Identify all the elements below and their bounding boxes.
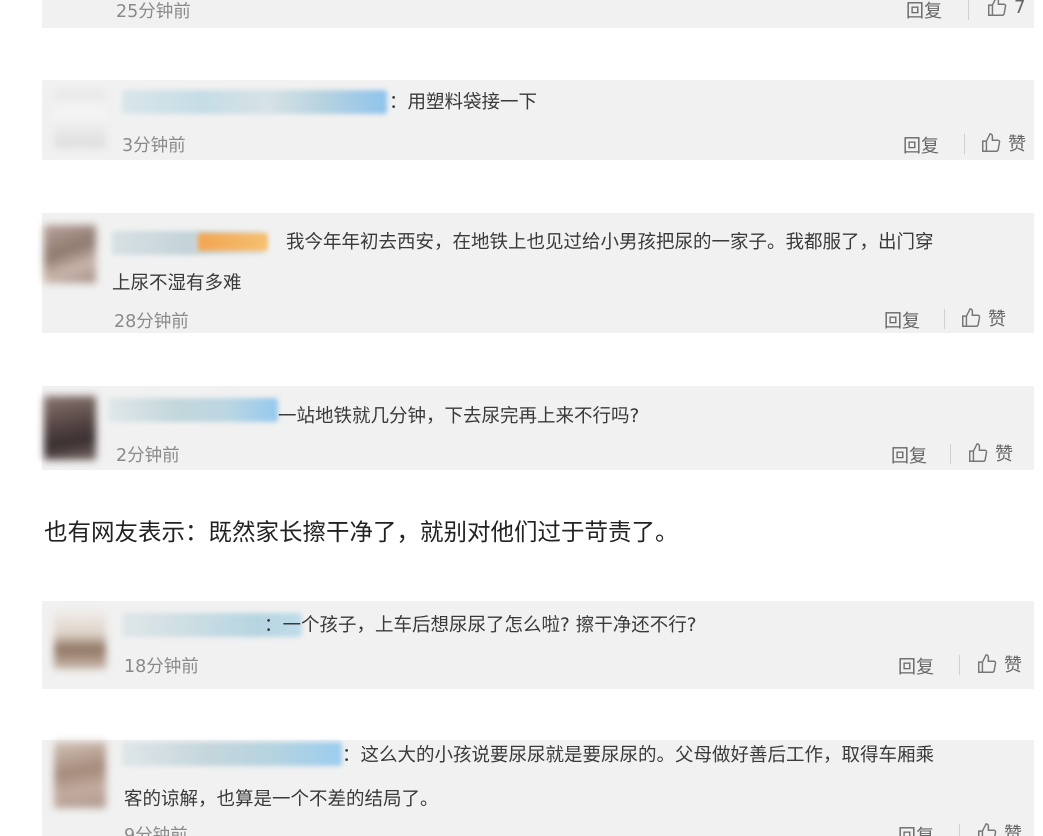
- username[interactable]: [122, 742, 342, 766]
- thumbs-up-icon: [982, 133, 1001, 152]
- comment-time: 28分钟前: [114, 312, 189, 332]
- comment-time: 3分钟前: [122, 136, 186, 156]
- comment-text-line2: 上尿不湿有多难: [112, 273, 242, 294]
- article-paragraph: 也有网友表示：既然家长擦干净了，就别对他们过于苛责了。: [44, 518, 679, 546]
- comment-card: ：一个孩子，上车后想尿尿了怎么啦? 擦干净还不行? 18分钟前 回复 赞: [42, 601, 1034, 689]
- reply-button[interactable]: 回复: [891, 442, 927, 468]
- like-label: 赞: [1004, 824, 1022, 836]
- reply-button[interactable]: 回复: [898, 653, 934, 679]
- user-avatar[interactable]: [44, 396, 96, 460]
- like-label: 赞: [988, 309, 1006, 330]
- thumbs-up-icon: [978, 654, 997, 673]
- article-page: 25分钟前 回复 7 ：用塑料袋接一下 3分钟前 回复 赞 我今年年初去西安，在…: [0, 0, 1043, 836]
- thumbs-up-icon: [962, 308, 981, 327]
- comment-card: 一站地铁就几分钟，下去尿完再上来不行吗? 2分钟前 回复 赞: [42, 386, 1034, 470]
- comment-text: 一站地铁就几分钟，下去尿完再上来不行吗?: [278, 406, 640, 427]
- action-divider: [944, 309, 945, 329]
- action-divider: [959, 824, 960, 836]
- thumbs-up-icon: [969, 443, 988, 462]
- like-label: 赞: [995, 444, 1013, 465]
- action-divider: [964, 134, 965, 154]
- thumbs-up-icon: [978, 823, 997, 836]
- like-button[interactable]: 赞: [967, 440, 1013, 466]
- user-avatar[interactable]: [54, 90, 106, 148]
- username[interactable]: [108, 398, 278, 422]
- like-label: 赞: [1008, 134, 1026, 155]
- user-avatar[interactable]: [54, 611, 106, 669]
- comment-text: 我今年年初去西安，在地铁上也见过给小男孩把尿的一家子。我都服了，出门穿: [286, 232, 934, 253]
- like-button[interactable]: 7: [986, 0, 1025, 18]
- action-divider: [968, 0, 969, 20]
- comment-card: 我今年年初去西安，在地铁上也见过给小男孩把尿的一家子。我都服了，出门穿 上尿不湿…: [42, 213, 1034, 333]
- like-button[interactable]: 赞: [976, 820, 1022, 836]
- thumbs-up-icon: [988, 0, 1007, 16]
- username[interactable]: [122, 90, 387, 114]
- like-button[interactable]: 赞: [980, 130, 1026, 156]
- action-divider: [959, 655, 960, 675]
- like-count: 7: [1014, 0, 1026, 18]
- comment-text: ：这么大的小孩说要尿尿就是要尿尿的。父母做好善后工作，取得车厢乘: [342, 745, 935, 766]
- reply-button[interactable]: 回复: [906, 0, 942, 23]
- comment-text: ：一个孩子，上车后想尿尿了怎么啦? 擦干净还不行?: [264, 615, 697, 636]
- reply-button[interactable]: 回复: [898, 822, 934, 836]
- user-avatar[interactable]: [44, 225, 96, 283]
- like-label: 赞: [1004, 655, 1022, 676]
- like-button[interactable]: 赞: [960, 305, 1006, 331]
- comment-time: 18分钟前: [124, 657, 199, 677]
- reply-button[interactable]: 回复: [884, 307, 920, 333]
- page-edge: [1034, 0, 1043, 836]
- comment-card: ：用塑料袋接一下 3分钟前 回复 赞: [42, 80, 1034, 160]
- username-badge: [198, 233, 268, 251]
- comment-time: 2分钟前: [116, 446, 180, 466]
- action-divider: [950, 444, 951, 464]
- comment-text-line2: 客的谅解，也算是一个不差的结局了。: [124, 789, 439, 810]
- comment-time: 25分钟前: [116, 2, 191, 22]
- user-avatar[interactable]: [54, 742, 106, 808]
- comment-time: 9分钟前: [124, 826, 188, 836]
- reply-button[interactable]: 回复: [903, 132, 939, 158]
- like-button[interactable]: 赞: [976, 651, 1022, 677]
- comment-card: ：这么大的小孩说要尿尿就是要尿尿的。父母做好善后工作，取得车厢乘 客的谅解，也算…: [42, 740, 1034, 836]
- comment-text: ：用塑料袋接一下: [389, 92, 538, 113]
- comment-card: 25分钟前 回复 7: [42, 0, 1034, 28]
